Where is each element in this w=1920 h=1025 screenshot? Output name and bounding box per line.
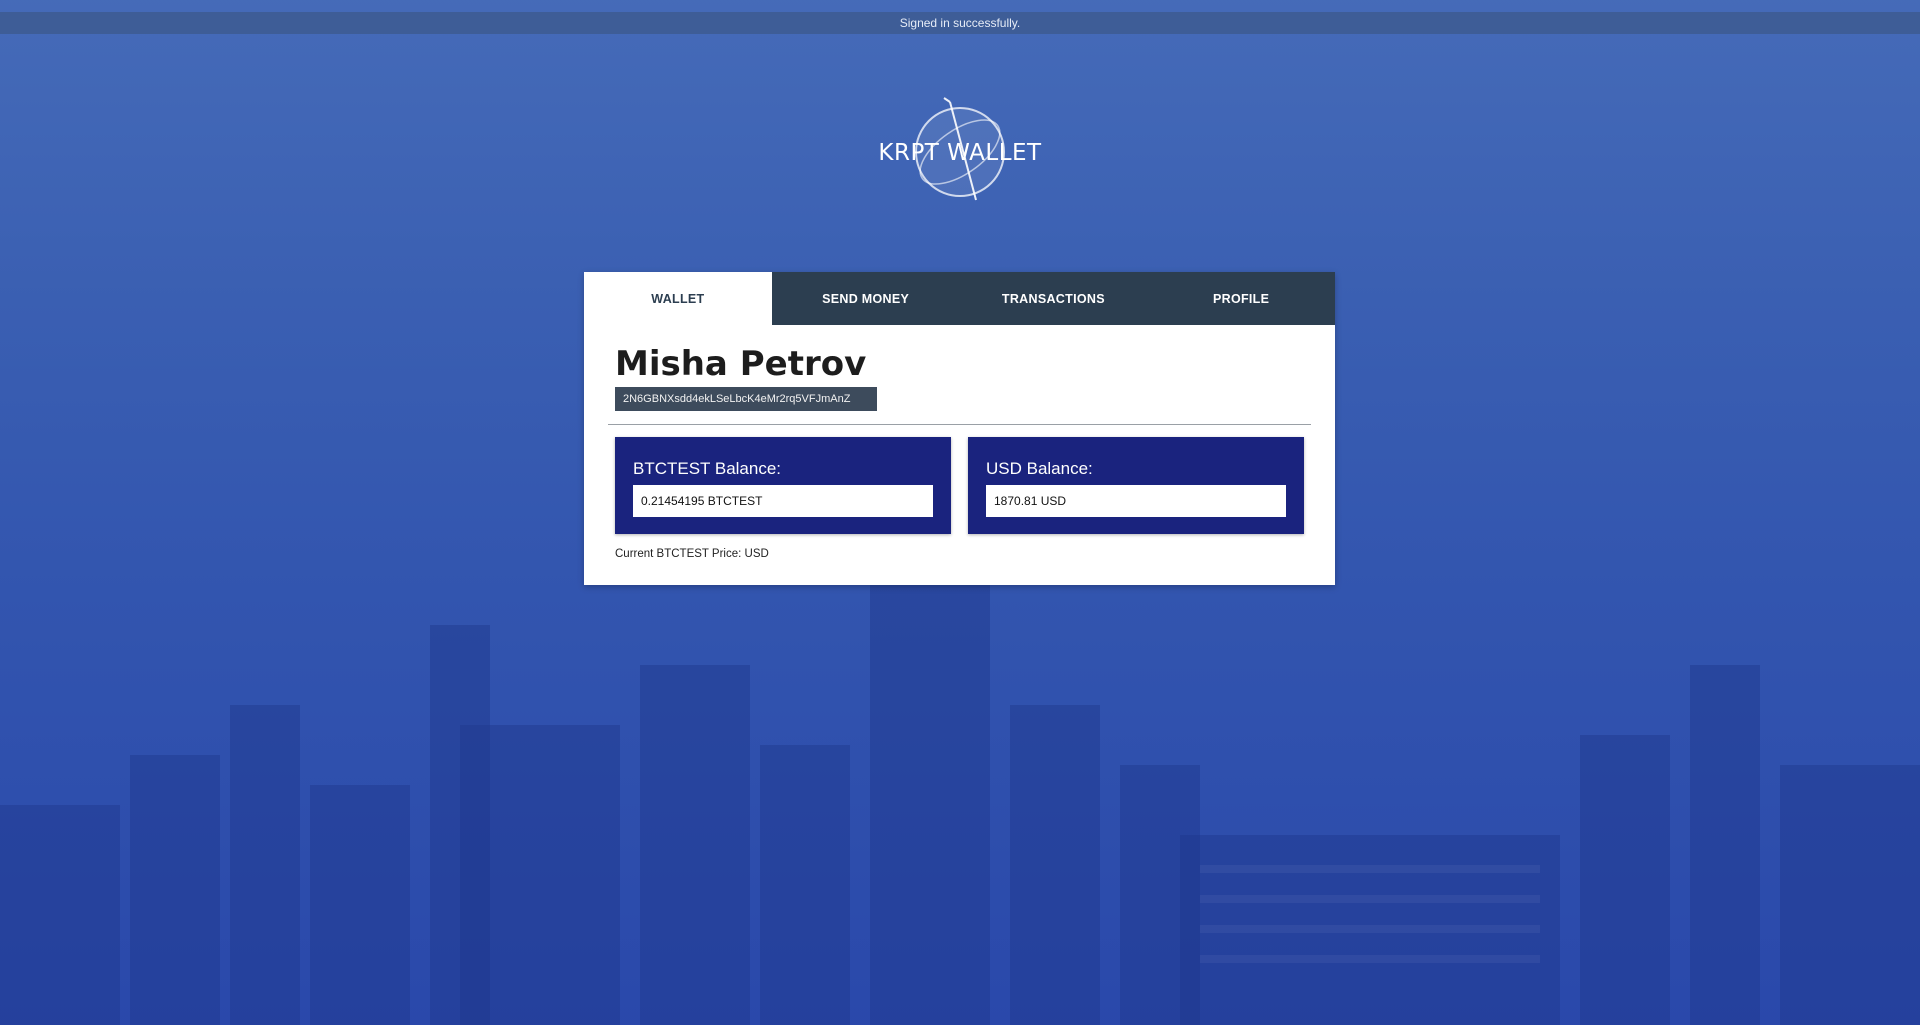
brand-logo: KRPT WALLET (860, 88, 1060, 208)
main-tabs: WALLET SEND MONEY TRANSACTIONS PROFILE (584, 272, 1335, 325)
btc-balance-card: BTCTEST Balance: (615, 437, 951, 534)
wallet-address[interactable]: 2N6GBNXsdd4ekLSeLbcK4eMr2rq5VFJmAnZ (615, 387, 877, 411)
divider (608, 424, 1311, 425)
current-price: Current BTCTEST Price: USD (615, 548, 769, 560)
brand-name: KRPT WALLET (878, 140, 1042, 166)
tab-wallet[interactable]: WALLET (584, 272, 772, 325)
usd-balance-field[interactable] (986, 485, 1286, 517)
btc-balance-label: BTCTEST Balance: (633, 459, 782, 478)
wallet-panel: WALLET SEND MONEY TRANSACTIONS PROFILE M… (584, 272, 1335, 585)
tab-send-money[interactable]: SEND MONEY (772, 272, 960, 325)
tab-transactions[interactable]: TRANSACTIONS (960, 272, 1148, 325)
user-name: Misha Petrov (615, 344, 867, 384)
tab-profile[interactable]: PROFILE (1147, 272, 1335, 325)
usd-balance-card: USD Balance: (968, 437, 1304, 534)
flash-message: Signed in successfully. (0, 12, 1920, 34)
btc-balance-field[interactable] (633, 485, 933, 517)
usd-balance-label: USD Balance: (986, 459, 1093, 478)
